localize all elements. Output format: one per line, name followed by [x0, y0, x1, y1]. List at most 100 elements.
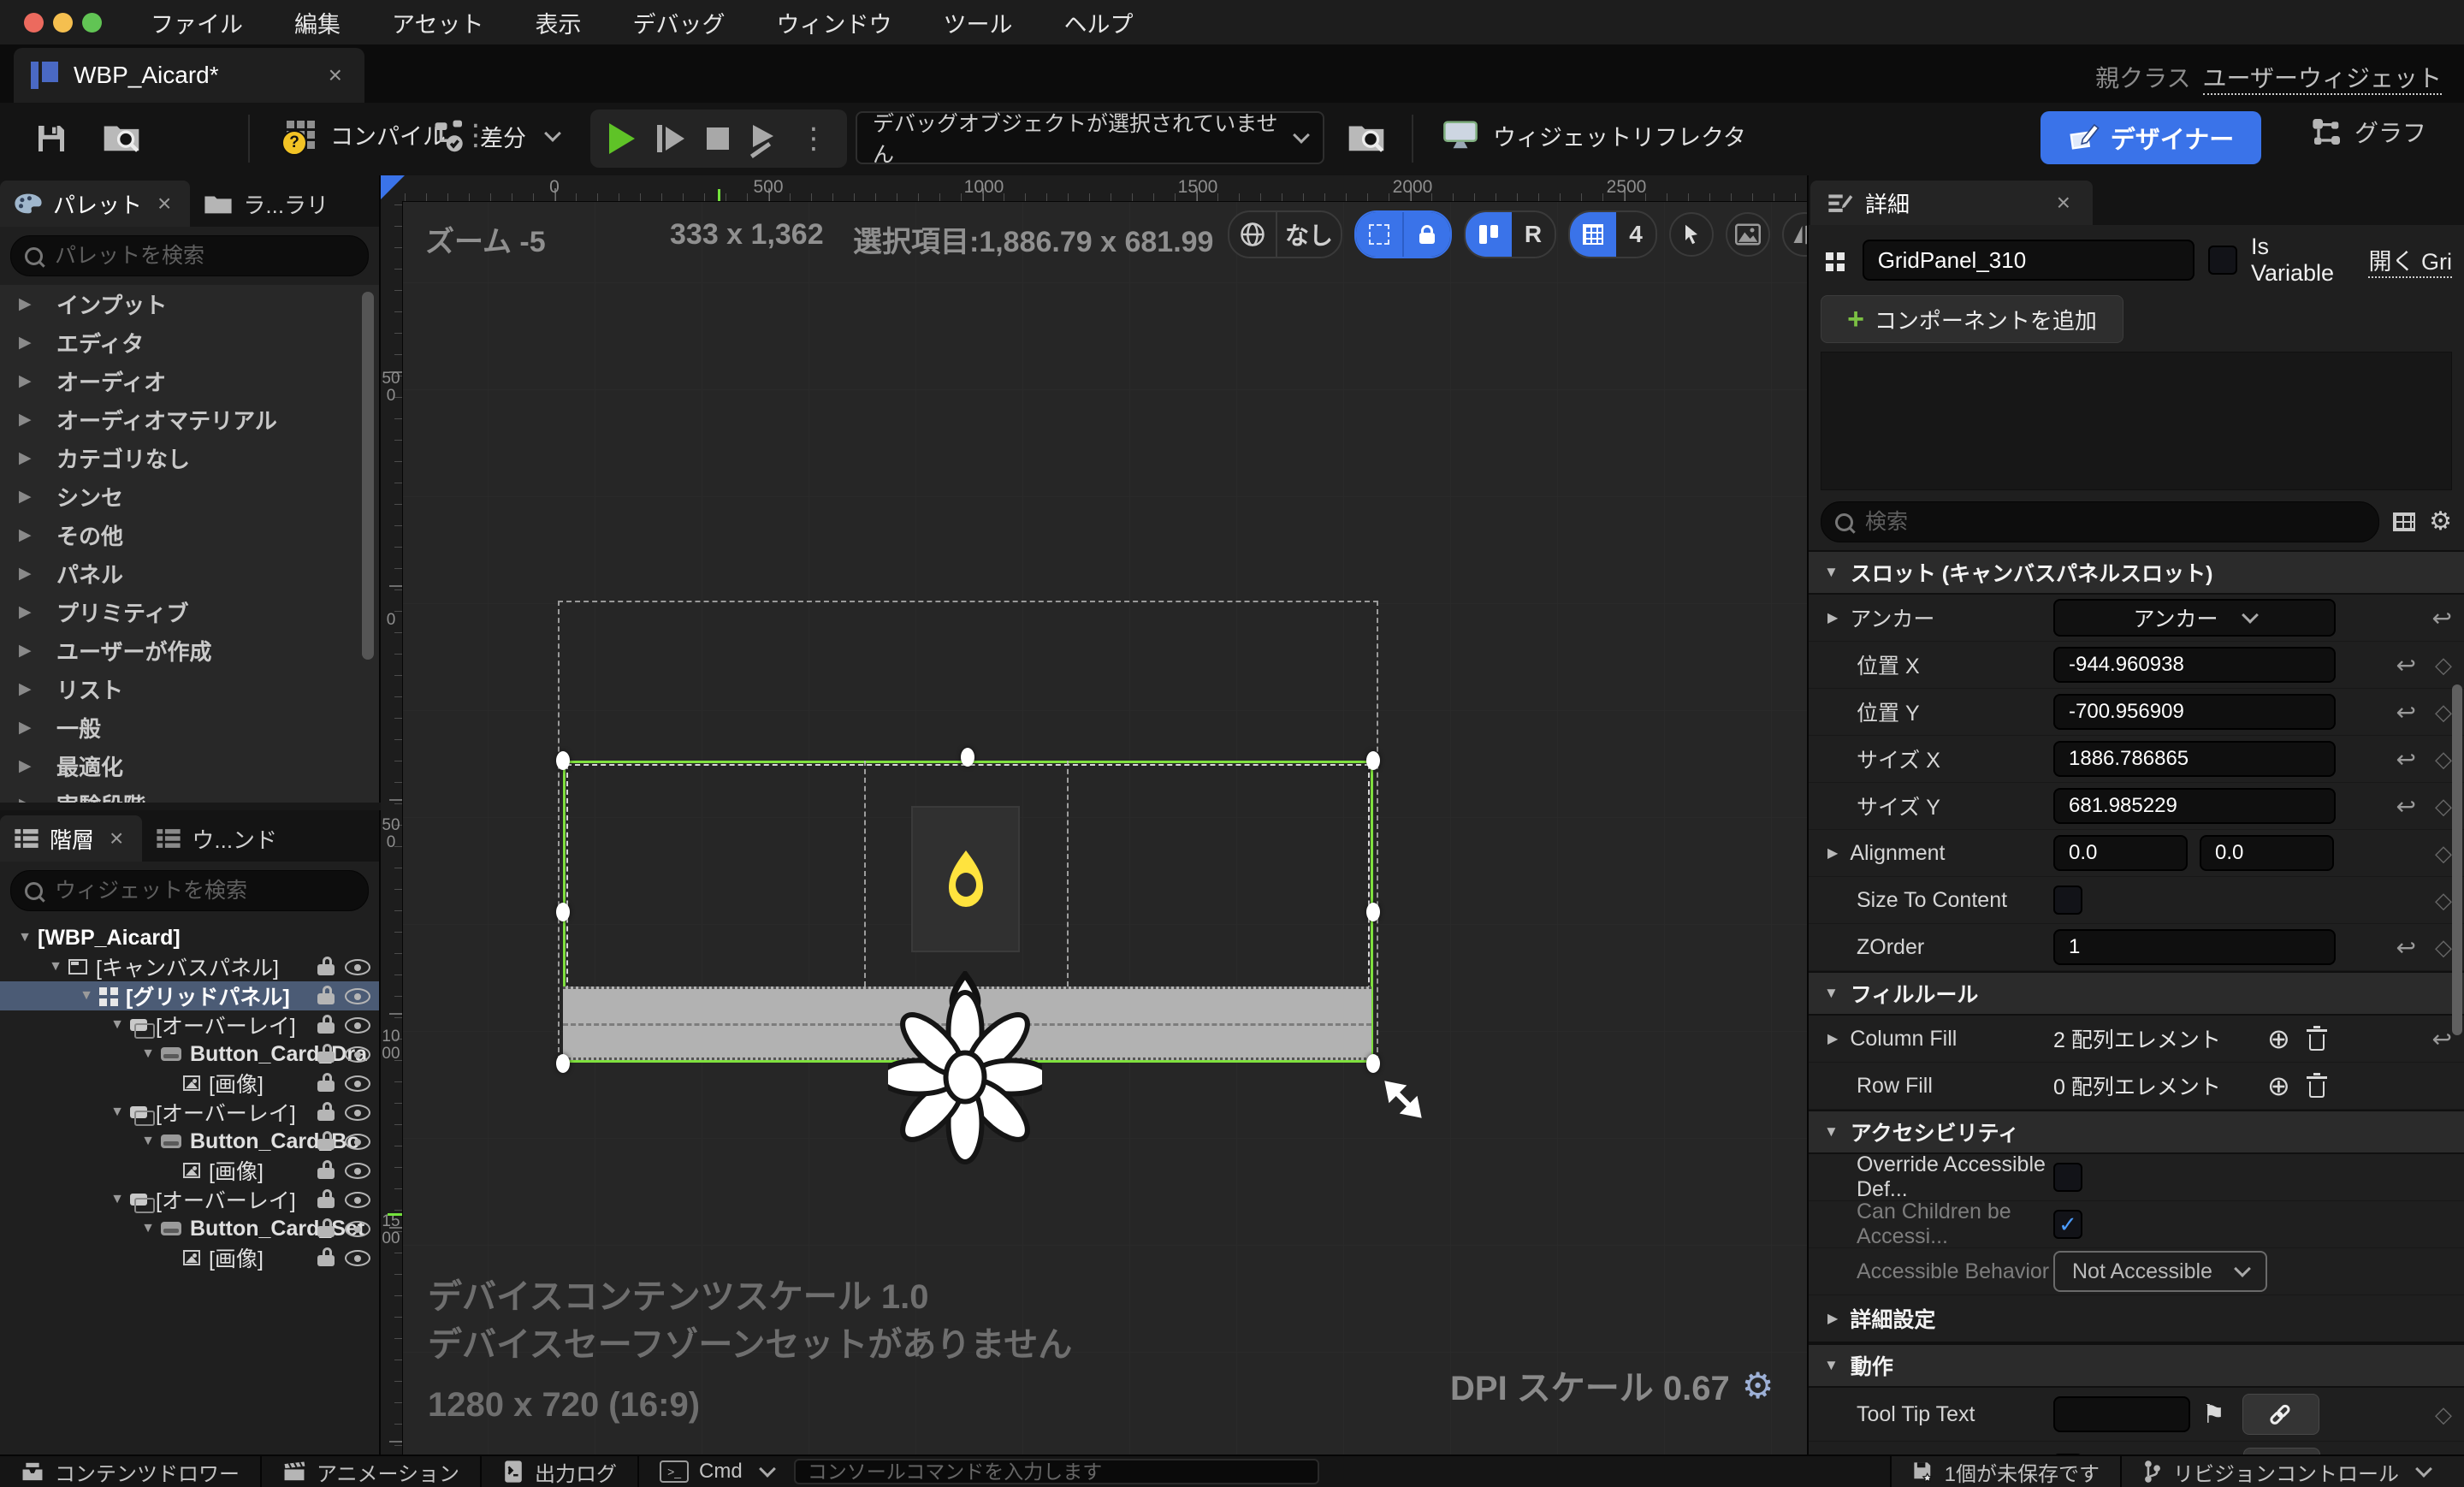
section-slot[interactable]: ▼スロット (キャンバスパネルスロット)	[1809, 550, 2464, 595]
content-drawer-button[interactable]: コンテンツドロワー	[0, 1456, 260, 1487]
is-variable-checkbox[interactable]: ✓	[2208, 246, 2237, 275]
lock-icon[interactable]	[1402, 212, 1450, 257]
lock-icon[interactable]	[317, 1052, 335, 1063]
globe-icon[interactable]	[1229, 212, 1276, 257]
menu-window[interactable]: ウィンドウ	[776, 6, 891, 39]
override-accessible-checkbox[interactable]: ✓	[2053, 1163, 2082, 1192]
save-icon[interactable]	[34, 121, 68, 156]
palette-category[interactable]: ▶プリミティブ	[0, 593, 379, 631]
eye-icon[interactable]	[345, 959, 370, 975]
expand-arrow-icon[interactable]: ▶	[1827, 1030, 1838, 1047]
menu-edit[interactable]: 編集	[294, 6, 341, 39]
bind-diamond-icon[interactable]: ◇	[2435, 652, 2452, 678]
palette-scrollbar[interactable]	[362, 292, 374, 660]
bind-button[interactable]	[2242, 1394, 2319, 1435]
details-scrollbar[interactable]	[2452, 684, 2462, 1035]
alignment-x-input[interactable]	[2067, 840, 2174, 866]
expand-arrow-icon[interactable]: ▶	[1827, 609, 1838, 626]
eye-icon[interactable]	[345, 1017, 370, 1034]
resize-handle[interactable]	[961, 748, 974, 767]
eye-icon[interactable]	[345, 1105, 370, 1121]
bind-diamond-icon[interactable]: ◇	[2435, 934, 2452, 961]
resize-handle[interactable]	[1366, 903, 1380, 921]
bind-button[interactable]	[2243, 1448, 2320, 1454]
add-element-icon[interactable]: ⊕	[2267, 1072, 2290, 1099]
dashed-outline-icon[interactable]	[1356, 212, 1402, 257]
tree-row-button-card[interactable]: ▼Button_Card_Bo	[0, 1127, 379, 1156]
tab-library[interactable]: ラ...ラリ	[190, 181, 342, 227]
section-accessibility[interactable]: ▼アクセシビリティ	[1809, 1110, 2464, 1154]
menu-debug[interactable]: デバッグ	[632, 6, 725, 39]
minimize-window-button[interactable]	[53, 13, 73, 33]
tree-row-root[interactable]: ▼[WBP_Aicard]	[0, 923, 379, 952]
expand-arrow-icon[interactable]: ▶	[1827, 844, 1838, 862]
lock-icon[interactable]	[317, 1022, 335, 1034]
palette-search-input[interactable]	[53, 243, 354, 270]
grid-snap-size[interactable]: 4	[1616, 212, 1656, 257]
eye-icon[interactable]	[345, 1046, 370, 1063]
grid-icon[interactable]	[1570, 212, 1616, 257]
reset-icon[interactable]: ↩	[2432, 604, 2452, 632]
palette-search[interactable]	[10, 235, 369, 276]
tree-row-image[interactable]: [画像]	[0, 1069, 379, 1098]
tab-palette[interactable]: パレット ×	[0, 181, 190, 227]
preview-culture-none[interactable]: なし	[1276, 212, 1341, 257]
lock-icon[interactable]	[317, 993, 335, 1004]
details-search[interactable]	[1821, 501, 2379, 542]
close-palette-icon[interactable]: ×	[152, 190, 176, 217]
advance-icon[interactable]	[751, 125, 777, 152]
browse-asset-icon[interactable]	[103, 121, 140, 154]
respect-locks-toggle[interactable]: R	[1512, 212, 1555, 257]
reset-icon[interactable]: ↩	[2396, 745, 2416, 773]
bind-diamond-icon[interactable]: ◇	[2435, 887, 2452, 914]
animation-button[interactable]: アニメーション	[262, 1456, 480, 1487]
tab-details[interactable]: 詳細 ×	[1810, 181, 2093, 225]
settings-gear-icon[interactable]: ⚙	[2429, 509, 2452, 535]
resize-handle[interactable]	[556, 1054, 570, 1073]
accessible-behavior-dropdown[interactable]: Not Accessible	[2053, 1251, 2267, 1292]
property-matrix-icon[interactable]	[2393, 512, 2415, 531]
diff-button[interactable]: 差分	[432, 118, 559, 154]
expand-arrow-icon[interactable]: ▼	[104, 1105, 130, 1120]
close-window-button[interactable]	[24, 13, 44, 33]
preview-background-button[interactable]	[1726, 212, 1770, 257]
anchor-dropdown[interactable]: アンカー	[2053, 599, 2336, 637]
close-tab-icon[interactable]: ×	[323, 62, 347, 89]
layout-mode-toggle[interactable]: R	[1464, 210, 1556, 258]
flag-icon[interactable]: ⚑	[2202, 1400, 2225, 1430]
eye-icon[interactable]	[345, 1192, 370, 1208]
play-icon[interactable]	[609, 123, 635, 154]
section-behavior[interactable]: ▼動作	[1809, 1343, 2464, 1388]
eye-icon[interactable]	[345, 1134, 370, 1150]
eye-icon[interactable]	[345, 1075, 370, 1092]
palette-category[interactable]: ▶オーディオマテリアル	[0, 400, 379, 439]
tree-row-overlay[interactable]: ▼[オーバーレイ]	[0, 1185, 379, 1214]
tree-row-button-card[interactable]: ▼Button_Card_Set	[0, 1214, 379, 1243]
tree-row-overlay[interactable]: ▼[オーバーレイ]	[0, 1098, 379, 1127]
can-children-checkbox[interactable]: ✓	[2053, 1210, 2082, 1239]
zorder-input[interactable]	[2067, 934, 2322, 960]
menu-tools[interactable]: ツール	[943, 6, 1012, 39]
close-details-icon[interactable]: ×	[2052, 189, 2076, 216]
reset-icon[interactable]: ↩	[2432, 1025, 2452, 1053]
cmd-dropdown[interactable]: >_ Cmd	[639, 1456, 794, 1487]
resize-handle[interactable]	[1366, 1054, 1380, 1073]
palette-category[interactable]: ▶一般	[0, 708, 379, 747]
lock-icon[interactable]	[317, 1110, 335, 1121]
grid-snap-toggle[interactable]: 4	[1568, 210, 1657, 258]
palette-category[interactable]: ▶最適化	[0, 747, 379, 785]
stop-icon[interactable]	[707, 127, 729, 150]
tooltip-input[interactable]	[2067, 1401, 2177, 1427]
resize-handle[interactable]	[556, 751, 570, 770]
add-element-icon[interactable]: ⊕	[2267, 1025, 2290, 1052]
palette-category[interactable]: ▶エディタ	[0, 323, 379, 362]
expand-arrow-icon[interactable]: ▼	[135, 1134, 161, 1149]
menu-view[interactable]: 表示	[535, 6, 581, 39]
designer-tab-button[interactable]: デザイナー	[2040, 111, 2261, 164]
flip-preview-button[interactable]	[1782, 212, 1807, 257]
palette-category[interactable]: ▶パネル	[0, 554, 379, 593]
expand-arrow-icon[interactable]: ▼	[43, 959, 68, 975]
widget-reflector-button[interactable]: ウィジェットリフレクタ	[1442, 118, 1746, 152]
position-x-input[interactable]	[2067, 652, 2322, 678]
card-image-widget[interactable]	[911, 806, 1020, 952]
